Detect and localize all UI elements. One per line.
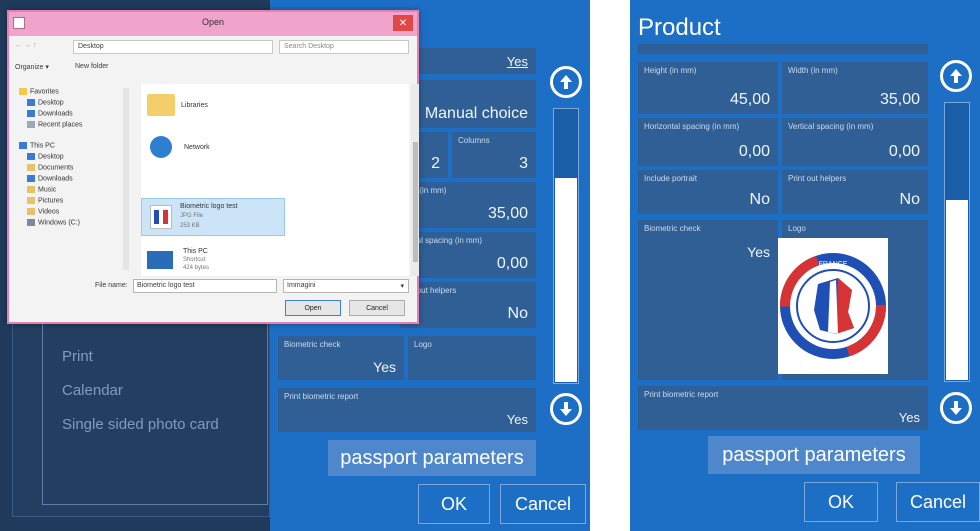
france-logo-icon [150,205,172,229]
dialog-toolbar: Organize ▾ New folder [13,60,415,76]
video-icon [27,208,35,215]
nav-desktop[interactable]: Desktop [27,99,64,106]
field-manual-choice[interactable]: Manual choice [400,80,536,128]
scroll-up-button[interactable] [550,66,582,98]
menu-item-calendar[interactable]: Calendar [62,382,123,399]
download-icon [27,110,35,117]
dialog-address-row: ← → ↑ Desktop Search Desktop [13,39,415,57]
nav-windows-c[interactable]: Windows (C:) [27,219,80,226]
nav-videos[interactable]: Videos [27,208,59,215]
nav-downloads[interactable]: Downloads [27,110,73,117]
nav-favorites[interactable]: Favorites [19,88,59,95]
file-item-libraries[interactable]: Libraries [147,94,208,116]
file-name-input[interactable]: Biometric logo test [133,279,277,293]
nav-back-icon[interactable]: ← → ↑ [15,42,36,49]
menu-item-print[interactable]: Print [62,348,93,365]
nav-pc-downloads[interactable]: Downloads [27,175,73,182]
nav-pictures[interactable]: Pictures [27,197,63,204]
field-biometric-check[interactable]: Biometric check Yes [638,220,778,380]
computer-icon [147,251,173,269]
svg-text:FRANCE: FRANCE [819,261,848,268]
field-height[interactable]: Height (in mm) 45,00 [638,62,778,114]
cancel-button[interactable]: Cancel [896,482,980,522]
dialog-title: Open [201,17,225,27]
open-file-dialog: Open ✕ ← → ↑ Desktop Search Desktop Orga… [7,10,419,324]
arrow-down-icon [950,401,962,415]
file-type-select[interactable]: Immagini ▾ [283,279,409,293]
ok-button[interactable]: OK [804,482,878,522]
left-screenshot: Print Calendar Single sided photo card Y… [0,0,590,531]
field-horizontal-spacing[interactable]: Horizontal spacing (in mm) 0,00 [638,118,778,166]
passport-parameters-button[interactable]: passport parameters [708,436,920,474]
nav-pc-desktop[interactable]: Desktop [27,153,64,160]
arrow-up-icon [950,69,962,83]
field-print-biometric-report[interactable]: Print biometric report Yes [638,386,928,430]
star-icon [19,88,27,95]
arrow-down-icon [560,402,572,416]
scroll-down-button[interactable] [550,393,582,425]
cancel-button[interactable]: Cancel [500,484,586,524]
menu-item-single-sided-photo-card[interactable]: Single sided photo card [62,416,219,433]
field-vertical-spacing[interactable]: rtical spacing (in mm) 0,00 [400,232,536,278]
file-name-label: File name: [95,282,128,289]
ok-button[interactable]: OK [418,484,490,524]
scrollbar-thumb[interactable] [555,178,577,382]
navigation-pane: Favorites Desktop Downloads Recent place… [13,84,133,274]
computer-icon [19,142,27,149]
music-icon [27,186,35,193]
right-screenshot: Product Height (in mm) 45,00 Width (in m… [630,0,980,531]
nav-scrollbar[interactable] [123,88,129,270]
field-include-portrait[interactable]: Include portrait No [638,170,778,214]
close-icon[interactable]: ✕ [393,15,413,31]
network-icon [150,136,172,158]
field-print-helpers[interactable]: int out helpers No [400,282,536,328]
product-menu [42,300,268,505]
file-item-this-pc[interactable]: This PC Shortcut 424 bytes [147,248,209,272]
search-input[interactable]: Search Desktop [279,40,409,54]
organize-button[interactable]: Organize ▾ [15,63,49,71]
new-folder-button[interactable]: New folder [75,63,108,70]
passport-parameters-button[interactable]: passport parameters [328,440,536,476]
page-title: Product [638,14,721,41]
field-top-yes[interactable]: Yes [400,48,536,74]
field-columns[interactable]: Columns 3 [452,132,536,178]
field-width[interactable]: dth (in mm) 35,00 [400,182,536,228]
field-vertical-spacing[interactable]: Vertical spacing (in mm) 0,00 [782,118,928,166]
nav-documents[interactable]: Documents [27,164,73,171]
field-logo[interactable]: Logo [408,336,536,380]
chevron-down-icon: ▾ [400,283,404,290]
download-icon [27,175,35,182]
file-item-network[interactable]: Network [147,136,210,158]
scroll-down-button[interactable] [940,392,972,424]
scroll-up-button[interactable] [940,60,972,92]
file-item-biometric-logo-test[interactable]: Biometric logo test JPG File 253 KB [141,198,285,236]
address-text: Desktop [78,43,104,50]
dialog-cancel-button[interactable]: Cancel [349,300,405,316]
france-logo-icon: FRANCE [780,253,886,359]
dialog-titlebar[interactable]: Open ✕ [9,12,417,36]
search-placeholder: Search Desktop [284,43,334,50]
field-print-biometric-report[interactable]: Print biometric report Yes [278,388,536,432]
folder-icon [27,164,35,171]
arrow-up-icon [560,75,572,89]
open-button[interactable]: Open [285,300,341,316]
picture-icon [27,197,35,204]
folder-icon [147,94,175,116]
nav-music[interactable]: Music [27,186,56,193]
field-width[interactable]: Width (in mm) 35,00 [782,62,928,114]
nav-recent-places[interactable]: Recent places [27,121,82,128]
logo-preview[interactable]: FRANCE [778,238,888,374]
scrollbar-thumb[interactable] [946,200,968,380]
drive-icon [27,219,35,226]
file-scrollbar-thumb[interactable] [413,142,418,262]
recent-icon [27,121,35,128]
address-bar[interactable]: Desktop [73,40,273,54]
desktop-icon [27,99,35,106]
nav-this-pc[interactable]: This PC [19,142,55,149]
file-list: Libraries Network This PC Shortcut 424 b… [141,84,409,276]
field-biometric-check[interactable]: Biometric check Yes [278,336,404,380]
field-print-out-helpers[interactable]: Print out helpers No [782,170,928,214]
desktop-icon [27,153,35,160]
partial-field-row [638,44,928,54]
